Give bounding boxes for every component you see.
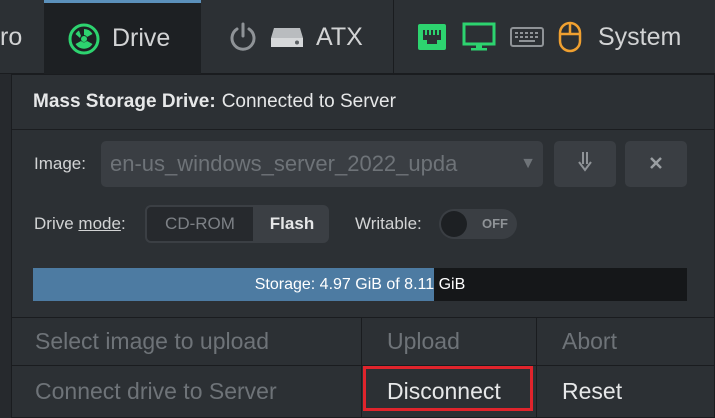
- toggle-knob: [441, 211, 467, 237]
- panel-header: Mass Storage Drive: Connected to Server: [12, 75, 714, 130]
- drive-mode-group: CD-ROM Flash: [145, 205, 329, 243]
- remove-image-button[interactable]: [625, 141, 687, 187]
- mode-cdrom-button[interactable]: CD-ROM: [145, 205, 255, 243]
- download-image-button[interactable]: [554, 141, 616, 187]
- upload-button[interactable]: Upload: [361, 317, 536, 365]
- nav-item-atx[interactable]: ATX: [201, 0, 393, 74]
- nav-item-drive[interactable]: Drive: [44, 0, 201, 74]
- drive-icon: [68, 23, 100, 55]
- network-icon: [416, 22, 448, 52]
- writable-toggle[interactable]: OFF: [439, 209, 517, 239]
- nav-item-previous[interactable]: ro: [0, 0, 44, 74]
- nav-item-system[interactable]: System: [394, 0, 715, 74]
- download-icon: [577, 150, 593, 178]
- chevron-down-icon: ▼: [520, 155, 536, 172]
- drive-mode-label-pre: Drive: [34, 214, 79, 233]
- nav-previous-label: ro: [0, 22, 23, 51]
- mass-storage-panel: Mass Storage Drive: Connected to Server …: [11, 74, 715, 418]
- close-icon: [649, 153, 663, 176]
- drive-mode-label: Drive mode:: [34, 214, 126, 234]
- keyboard-icon: [510, 26, 544, 48]
- mouse-icon: [558, 21, 582, 53]
- image-label: Image:: [34, 154, 86, 173]
- connection-status: Connected to Server: [221, 91, 396, 112]
- hdd-icon: [270, 24, 304, 50]
- drive-mode-help-link[interactable]: mode: [78, 214, 121, 233]
- reset-button[interactable]: Reset: [536, 365, 714, 417]
- image-select[interactable]: en-us_windows_server_2022_upda ▼: [101, 141, 543, 187]
- writable-label: Writable:: [355, 214, 422, 233]
- nav-drive-label: Drive: [112, 24, 171, 52]
- power-icon: [228, 21, 258, 53]
- panel-title: Mass Storage Drive:: [33, 91, 216, 112]
- nav-system-label: System: [598, 22, 682, 51]
- monitor-icon: [462, 22, 496, 52]
- drive-mode-label-post: :: [120, 214, 126, 233]
- nav-atx-label: ATX: [316, 22, 363, 51]
- image-select-value: en-us_windows_server_2022_upda: [110, 151, 458, 176]
- top-navbar: ro Drive ATX System: [0, 0, 715, 74]
- writable-state: OFF: [482, 216, 508, 231]
- mode-flash-button[interactable]: Flash: [255, 205, 329, 243]
- storage-text: Storage: 4.97 GiB of 8.11 GiB: [254, 276, 466, 293]
- connect-drive-button[interactable]: Connect drive to Server: [12, 365, 361, 417]
- abort-button[interactable]: Abort: [536, 317, 714, 365]
- disconnect-button[interactable]: Disconnect: [361, 365, 536, 417]
- storage-bar: Storage: 4.97 GiB of 8.11 GiB: [33, 268, 687, 301]
- select-image-button[interactable]: Select image to upload: [12, 317, 361, 365]
